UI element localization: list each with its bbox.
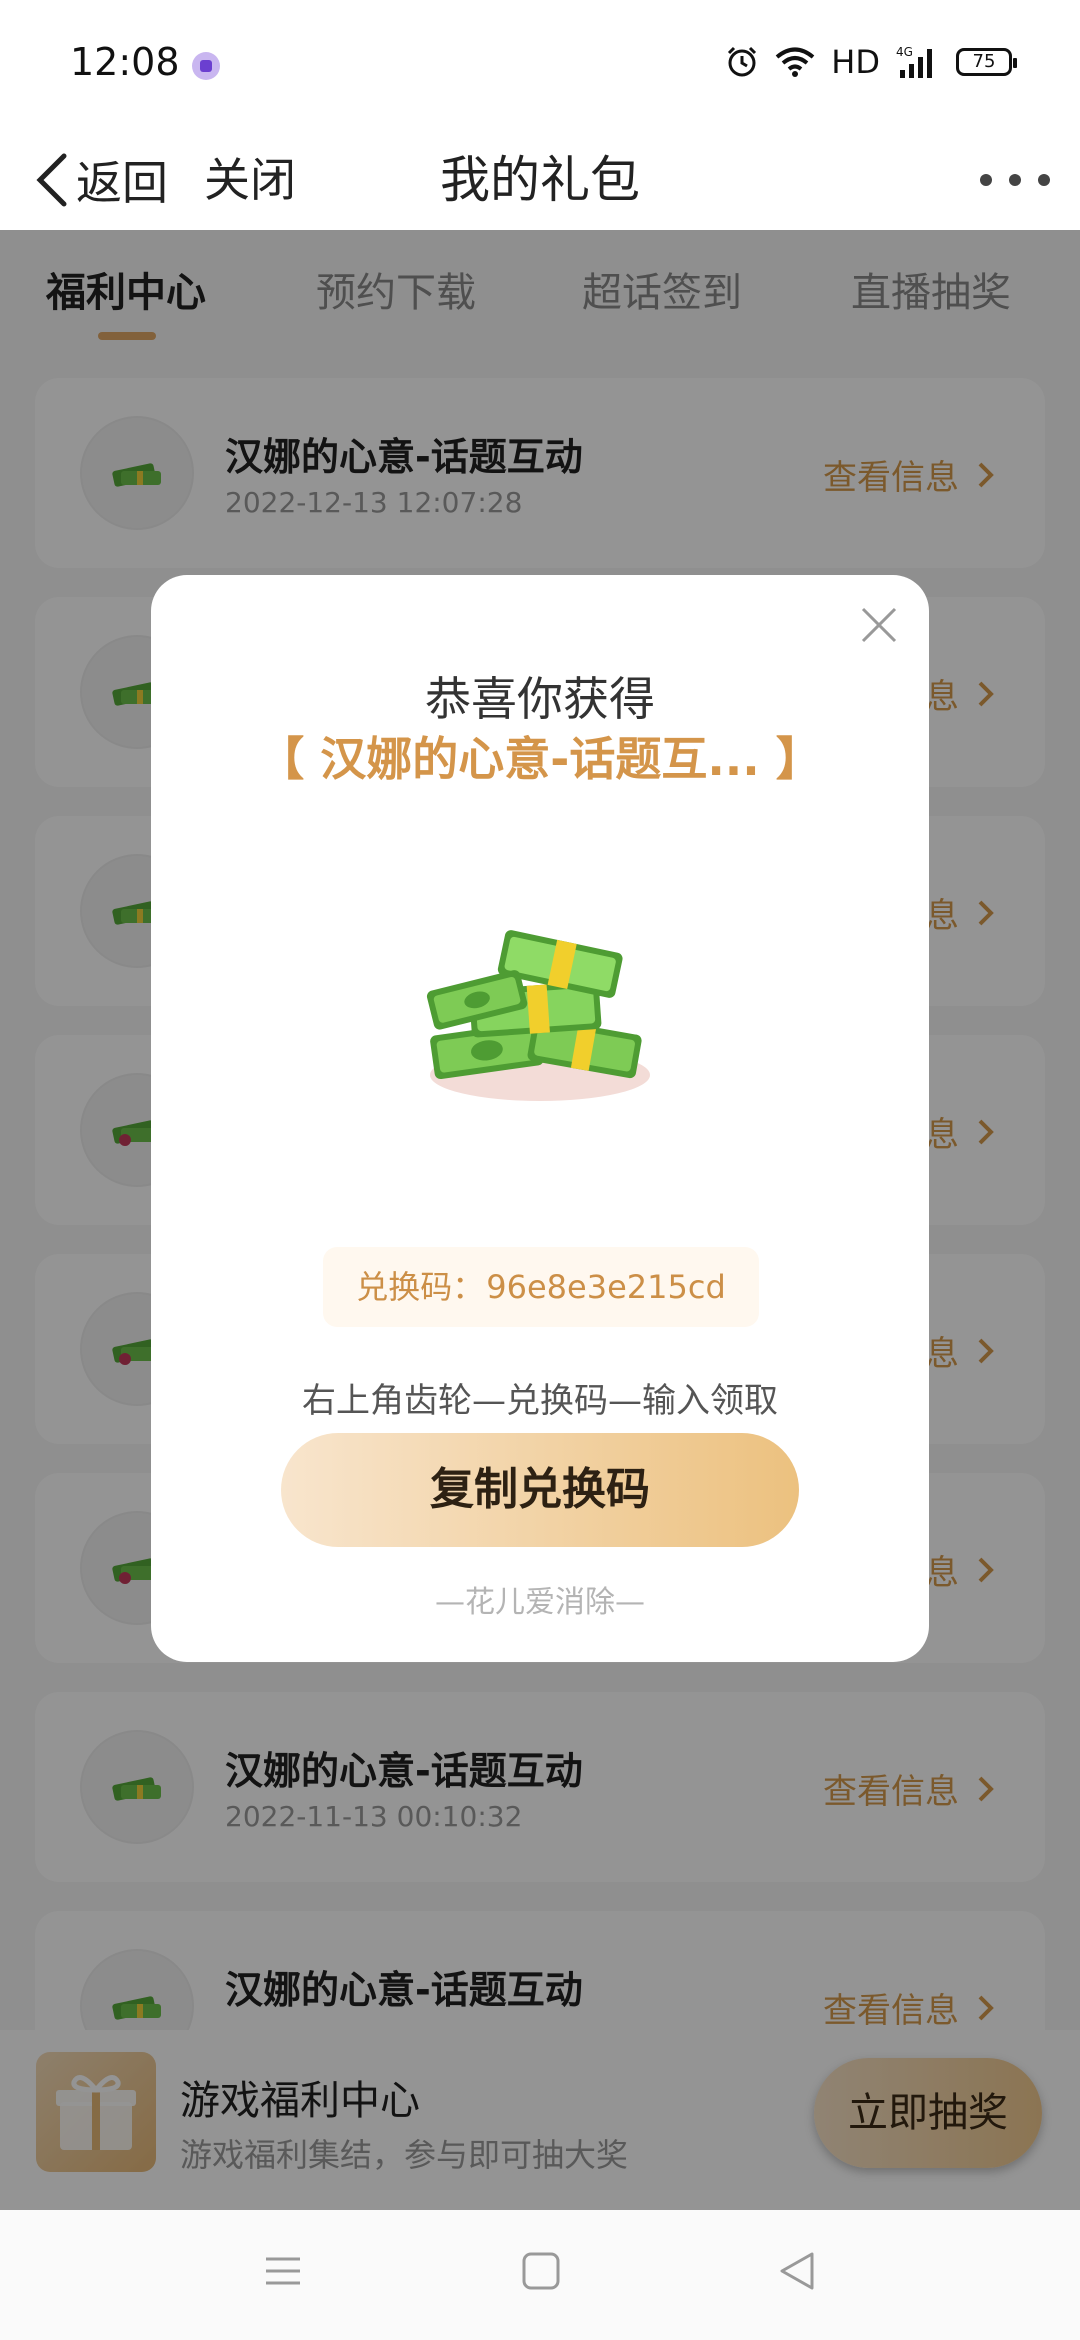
dialog-heading: 恭喜你获得 — [425, 672, 655, 726]
copy-code-button[interactable]: 复制兑换码 — [281, 1433, 799, 1547]
home-icon[interactable] — [520, 2250, 562, 2292]
reward-dialog: 恭喜你获得 【 汉娜的心意-话题互... 】 兑换码：96e8e3e215cd … — [151, 575, 929, 1662]
svg-text:4G: 4G — [896, 45, 913, 59]
network-type-label: HD — [831, 43, 880, 81]
redeem-code-box: 兑换码：96e8e3e215cd — [323, 1247, 759, 1327]
status-bar: 12:08 HD 4G 75 — [0, 0, 1080, 130]
game-name-footer: —花儿爱消除— — [435, 1585, 645, 1620]
alarm-icon — [728, 46, 757, 77]
chevron-left-icon — [36, 153, 67, 207]
back-triangle-icon[interactable] — [776, 2250, 818, 2292]
wifi-icon — [776, 47, 815, 77]
redeem-instruction: 右上角齿轮—兑换码—输入领取 — [302, 1381, 778, 1421]
battery-icon: 75 — [956, 48, 1017, 76]
status-time: 12:08 — [70, 40, 180, 84]
system-nav-bar — [0, 2210, 1080, 2340]
more-dots-icon[interactable] — [980, 160, 1050, 200]
redeem-code-label: 兑换码： — [356, 1268, 485, 1306]
menu-icon[interactable] — [262, 2250, 304, 2292]
close-icon[interactable] — [859, 605, 899, 645]
dialog-gift-name: 【 汉娜的心意-话题互... 】 — [258, 732, 822, 786]
cash-stack-icon — [426, 930, 650, 1101]
app-notification-icon — [192, 52, 220, 80]
redeem-code-value: 96e8e3e215cd — [486, 1268, 726, 1306]
cellular-signal-icon: 4G — [896, 45, 932, 78]
page-title: 我的礼包 — [440, 151, 640, 209]
back-label: 返回 — [76, 156, 168, 210]
close-button[interactable]: 关闭 — [204, 130, 296, 230]
nav-bar: 返回 关闭 我的礼包 — [0, 130, 1080, 230]
status-icons: HD 4G 75 — [725, 42, 1017, 82]
back-button[interactable]: 返回 — [32, 130, 168, 230]
